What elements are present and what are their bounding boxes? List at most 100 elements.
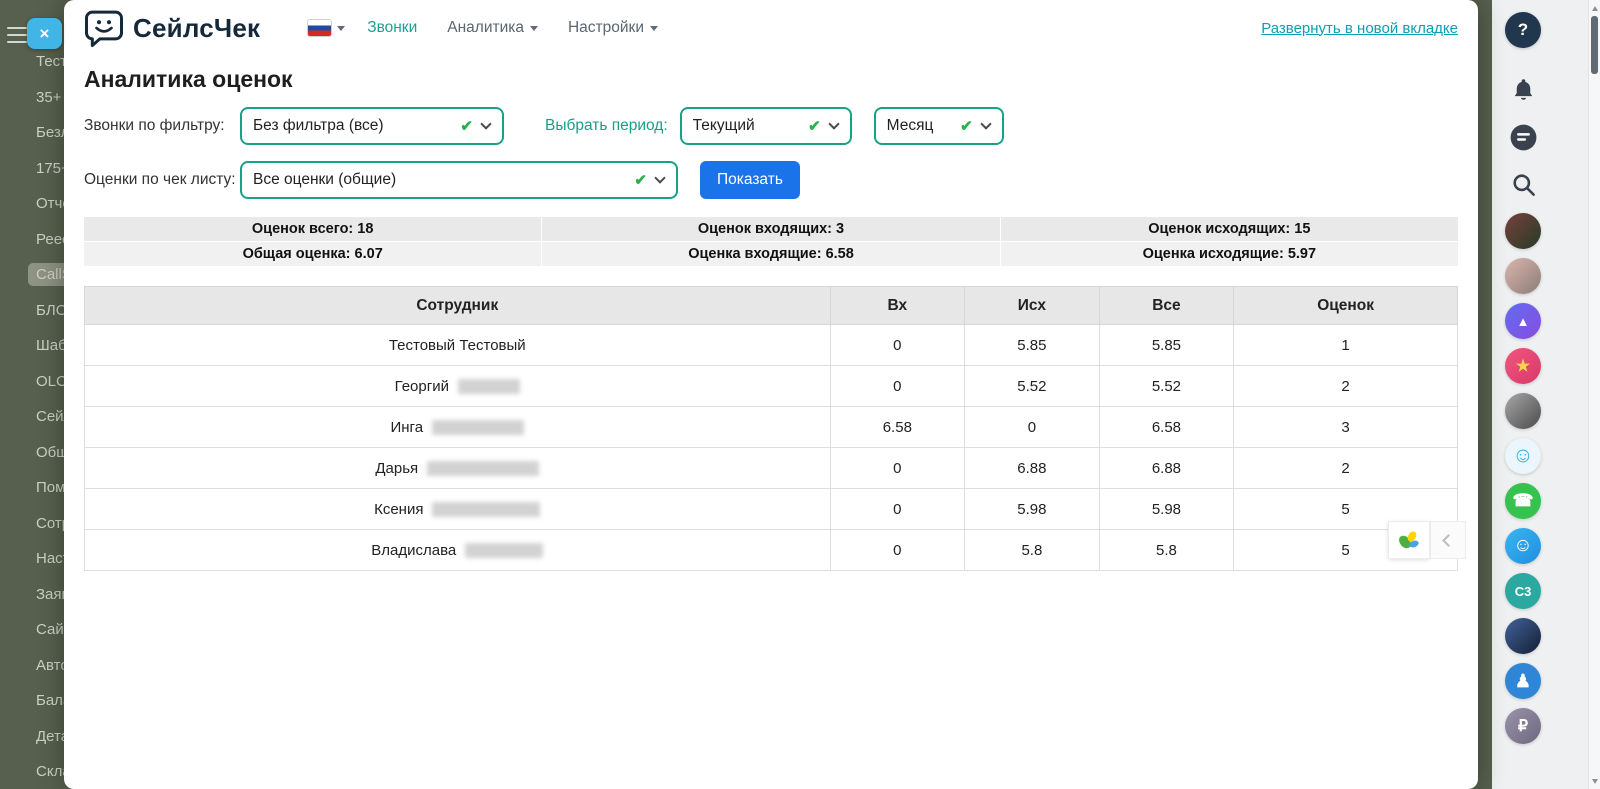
integration-widget-button[interactable] (1388, 521, 1430, 559)
search-button[interactable] (1505, 166, 1541, 202)
checklist-select[interactable]: Все оценки (общие) ✔ (240, 161, 678, 199)
feedback-button[interactable] (1505, 119, 1541, 155)
summary-cell: Оценок исходящих: 15 (1001, 217, 1458, 241)
period-unit-select[interactable]: Месяц ✔ (874, 107, 1004, 145)
language-select[interactable] (308, 20, 345, 36)
scroll-down-button[interactable] (1589, 774, 1600, 788)
avatar-photo-1[interactable] (1505, 213, 1541, 249)
backdrop-sidebar-item[interactable]: Заяв (0, 577, 64, 613)
outgoing-score-cell: 6.88 (965, 448, 1100, 489)
backdrop-sidebar-item[interactable]: Сотр (0, 506, 64, 542)
incoming-score-cell: 0 (830, 530, 965, 571)
backdrop-sidebar-item[interactable]: Отче (0, 186, 64, 222)
app-icon-star[interactable]: ★ (1505, 348, 1541, 384)
employee-cell: Инга (85, 407, 831, 448)
backdrop-sidebar-item[interactable]: 35+ (0, 80, 64, 116)
calls-filter-select[interactable]: Без фильтра (все) ✔ (240, 107, 504, 145)
all-score-cell: 5.98 (1099, 489, 1234, 530)
backdrop-sidebar-item[interactable]: Дета (0, 719, 64, 755)
phone-green-icon[interactable]: ☎ (1505, 483, 1541, 519)
hamburger-icon[interactable] (7, 27, 27, 48)
table-header-cell: Исх (965, 287, 1100, 325)
app-icon-mountain[interactable]: ▲ (1505, 303, 1541, 339)
backdrop-sidebar-item[interactable]: Сайт (0, 612, 64, 648)
chevron-down-icon (480, 118, 491, 129)
backdrop-sidebar-item[interactable]: Шаб (0, 328, 64, 364)
filter-row-1: Звонки по фильтру: Без фильтра (все) ✔ В… (84, 107, 1458, 145)
redacted-surname (427, 461, 539, 476)
backdrop-sidebar-item[interactable]: Скла (0, 754, 64, 789)
backdrop-sidebar-item[interactable]: Реес (0, 222, 64, 258)
chevron-down-icon (654, 172, 665, 183)
avatar-photo-2[interactable] (1505, 258, 1541, 294)
nav-analytics[interactable]: Аналитика (447, 19, 538, 37)
caret-down-icon (650, 26, 658, 31)
summary-cell: Оценка входящие: 6.58 (542, 242, 999, 266)
close-modal-button[interactable]: × (27, 18, 62, 49)
employee-name: Ксения (374, 501, 423, 518)
ratings-count-cell: 2 (1234, 448, 1458, 489)
chevron-left-icon (1442, 534, 1455, 547)
app-icon-people[interactable]: ♟ (1505, 663, 1541, 699)
chevron-down-icon (980, 118, 991, 129)
nav-settings[interactable]: Настройки (568, 19, 658, 37)
redacted-surname (465, 543, 543, 558)
expand-new-tab-link[interactable]: Развернуть в новой вкладке (1261, 20, 1458, 37)
check-icon: ✔ (634, 171, 647, 189)
employee-cell: Владислава (85, 530, 831, 571)
employee-cell: Георгий (85, 366, 831, 407)
help-icon: ? (1518, 20, 1528, 40)
backdrop-sidebar-item[interactable]: Наст (0, 541, 64, 577)
backdrop-sidebar-item[interactable]: Безл (0, 115, 64, 151)
app-icon-blue-messenger[interactable]: ☺ (1505, 528, 1541, 564)
backdrop-sidebar-item[interactable]: Авто (0, 648, 64, 684)
backdrop-sidebar: Тест 35+ Безл 175+ Отче Реес CallS БЛО Ш… (0, 0, 64, 789)
table-header-cell: Сотрудник (85, 287, 831, 325)
chevron-down-icon (828, 118, 839, 129)
show-button[interactable]: Показать (700, 161, 800, 199)
table-row: Дарья 0 6.88 6.88 2 (85, 448, 1458, 489)
employee-cell: Тестовый Тестовый (85, 325, 831, 366)
table-row: Ксения 0 5.98 5.98 5 (85, 489, 1458, 530)
all-score-cell: 5.8 (1099, 530, 1234, 571)
nav-calls[interactable]: Звонки (367, 19, 417, 37)
help-button[interactable]: ? (1505, 12, 1541, 48)
saleschek-smiley-icon[interactable]: ☺ (1505, 438, 1541, 474)
notifications-button[interactable] (1505, 72, 1541, 108)
scrollbar-thumb[interactable] (1591, 16, 1598, 74)
checklist-value: Все оценки (общие) (253, 171, 622, 189)
backdrop-sidebar-item[interactable]: CallS (0, 257, 64, 293)
app-logo[interactable]: СейлсЧек (84, 8, 260, 48)
scroll-up-icon (1592, 6, 1598, 11)
analytics-modal: СейлсЧек Звонки Аналитика Настройки Разв… (64, 0, 1478, 789)
employee-name: Владислава (371, 542, 456, 559)
redacted-surname (432, 502, 540, 517)
calls-filter-label: Звонки по фильтру: (84, 117, 240, 135)
period-select[interactable]: Текущий ✔ (680, 107, 852, 145)
backdrop-sidebar-item[interactable]: Сейл (0, 399, 64, 435)
corner-widgets (1388, 521, 1466, 559)
table-row: Тестовый Тестовый 0 5.85 5.85 1 (85, 325, 1458, 366)
redacted-surname (458, 379, 520, 394)
backdrop-sidebar-item[interactable]: OLCH (0, 364, 64, 400)
collapse-panel-button[interactable] (1430, 521, 1466, 559)
backdrop-sidebar-item[interactable]: 175+ (0, 151, 64, 187)
checklist-label: Оценки по чек листу: (84, 171, 240, 189)
scroll-up-button[interactable] (1589, 1, 1600, 15)
all-score-cell: 6.58 (1099, 407, 1234, 448)
flag-ru-icon (308, 20, 331, 36)
chat-icon (1508, 122, 1539, 153)
avatar-photo-3[interactable] (1505, 393, 1541, 429)
backdrop-sidebar-item[interactable]: БЛО (0, 293, 64, 329)
incoming-score-cell: 6.58 (830, 407, 965, 448)
outgoing-score-cell: 5.98 (965, 489, 1100, 530)
backdrop-sidebar-item[interactable]: Тест (0, 44, 64, 80)
backdrop-sidebar-item[interactable]: Бала (0, 683, 64, 719)
app-icon-ruble[interactable]: ₽ (1505, 708, 1541, 744)
backdrop-sidebar-item[interactable]: Пом (0, 470, 64, 506)
scroll-down-icon (1592, 779, 1598, 784)
app-icon-c3[interactable]: С3 (1505, 573, 1541, 609)
backdrop-sidebar-item[interactable]: Общ (0, 435, 64, 471)
incoming-score-cell: 0 (830, 489, 965, 530)
avatar-photo-4[interactable] (1505, 618, 1541, 654)
